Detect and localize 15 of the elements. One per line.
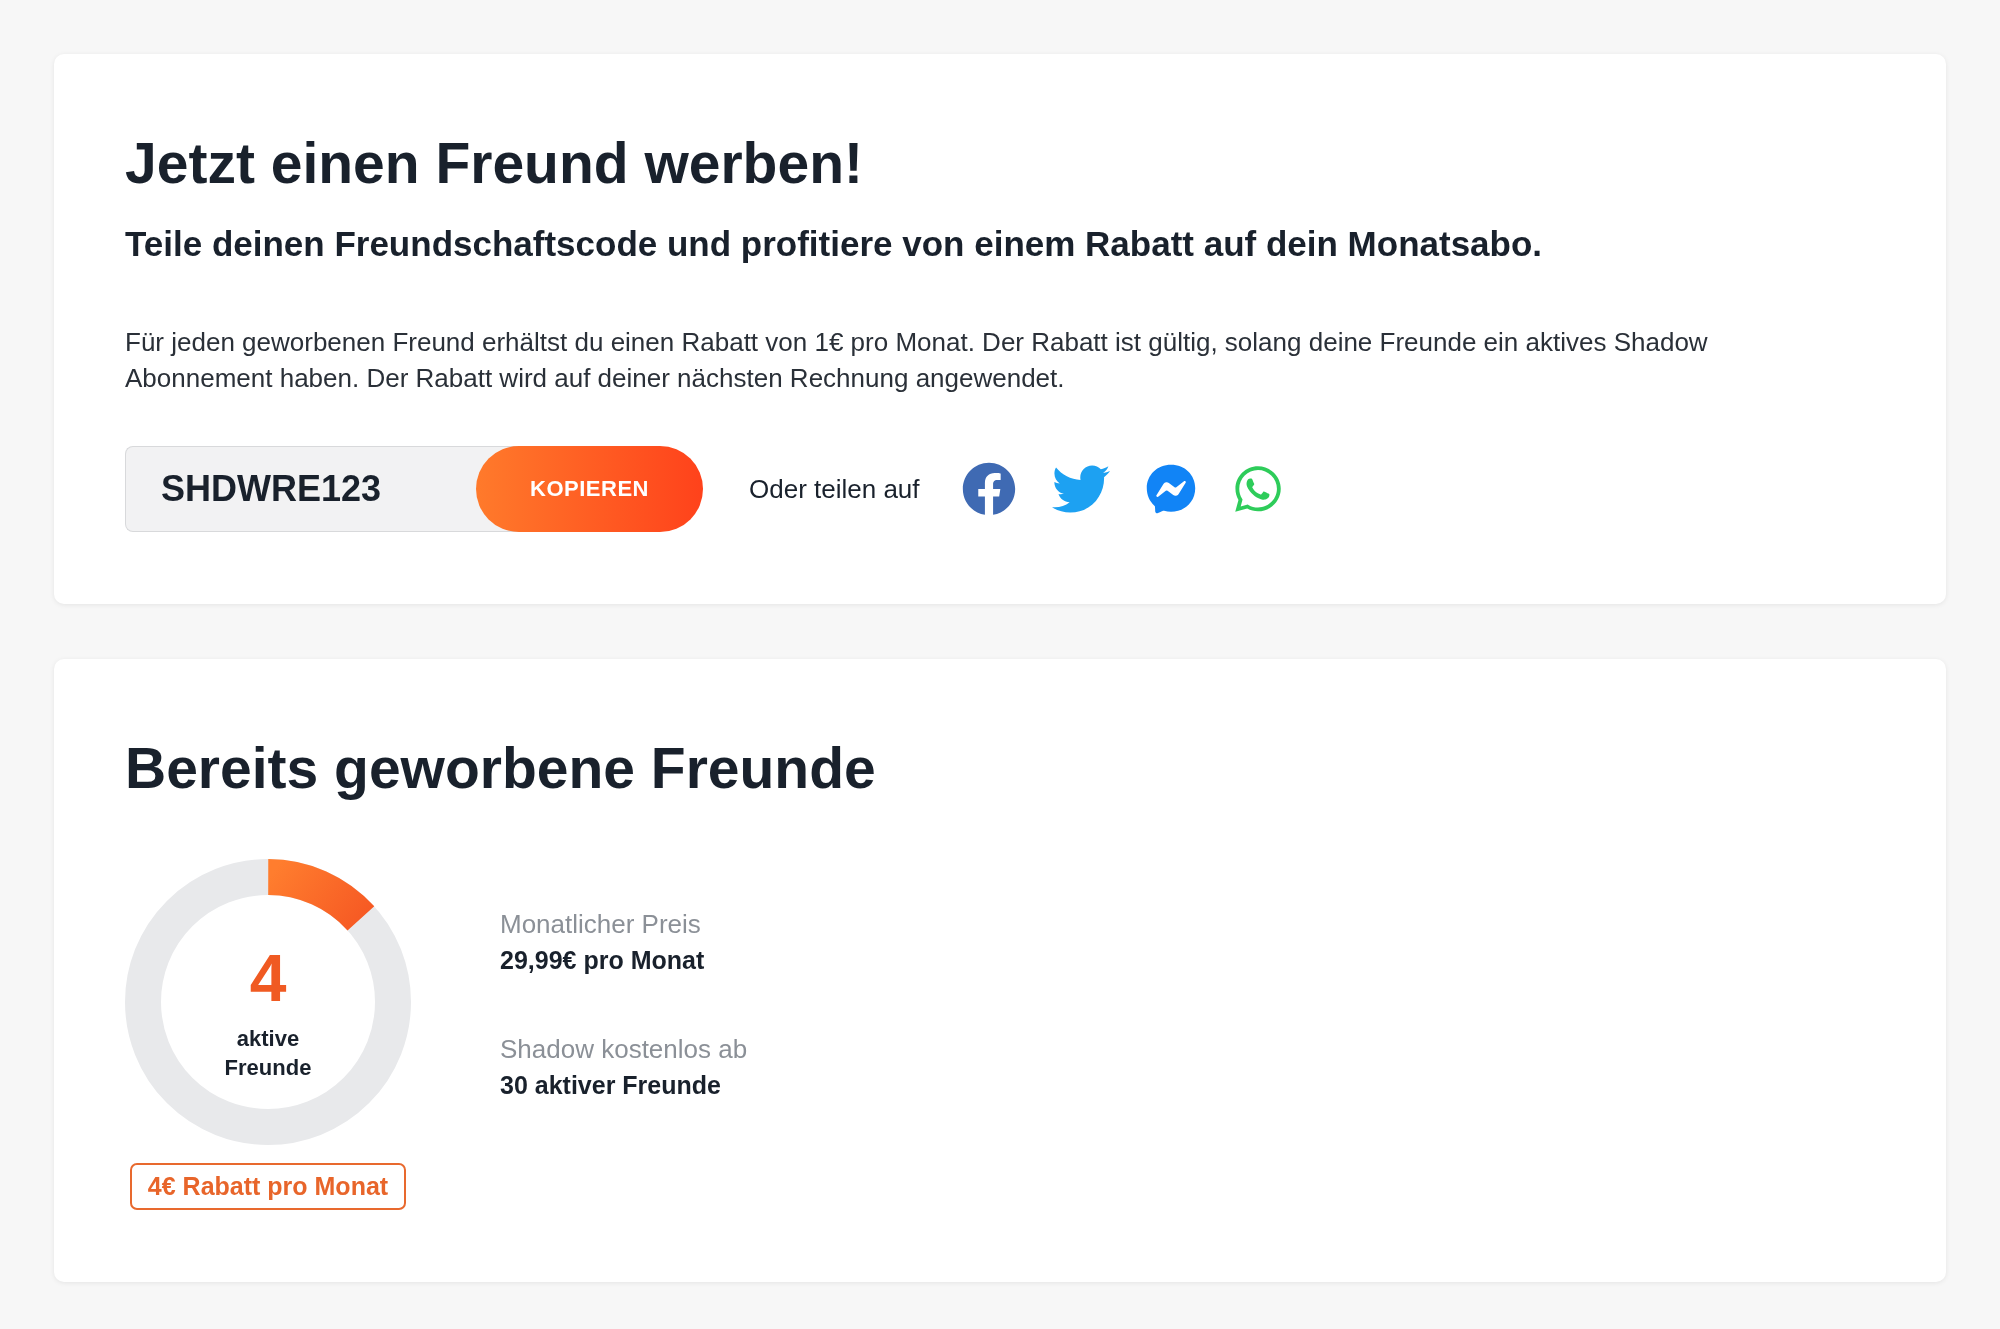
friend-count-label: aktive Freunde xyxy=(223,1025,313,1082)
stat-label: Monatlicher Preis xyxy=(500,908,701,941)
card-title: Jetzt einen Freund werben! xyxy=(125,131,863,196)
friend-count: 4 xyxy=(249,942,287,1014)
discount-tag: 4€ Rabatt pro Monat xyxy=(129,1163,407,1210)
stat-label: Shadow kostenlos ab xyxy=(500,1033,748,1066)
stat-value: 30 aktiver Freunde xyxy=(500,1070,721,1101)
stat-value: 29,99€ pro Monat xyxy=(500,945,705,976)
card-title: Bereits geworbene Freunde xyxy=(125,736,876,801)
card-subtitle: Teile deinen Freundschaftscode und profitiere von einem Rabatt auf dein Monatsabo. xyxy=(125,224,1543,264)
messenger-icon[interactable] xyxy=(1145,464,1196,514)
code-field[interactable]: SHDWRE123 xyxy=(125,446,476,532)
facebook-icon[interactable] xyxy=(961,462,1016,516)
description-text: Für jeden geworbenen Freund erhältst du einen Rabatt von 1€ pro Monat. Der Rabatt ist gültig, solang deine Freunde ein aktives Shadow Abonnement haben. Der Rabatt wird auf deiner nächsten Rechnung angewendet. xyxy=(125,326,1709,395)
share-label: Oder teilen auf xyxy=(749,473,920,505)
